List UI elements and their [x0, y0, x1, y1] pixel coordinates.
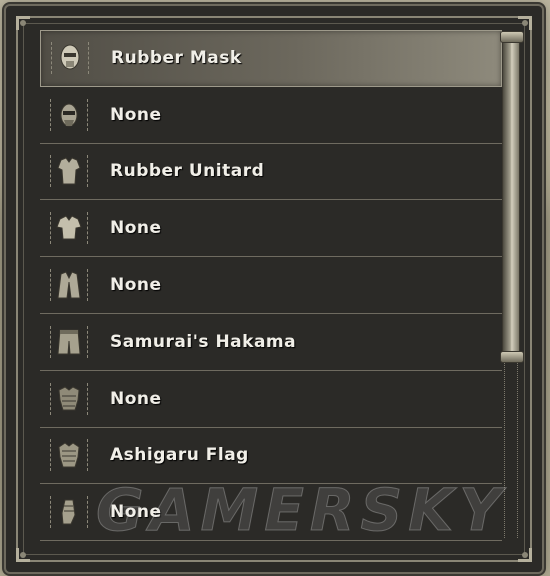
equipment-slot-row[interactable]: Samurai's Hakama [40, 314, 502, 371]
equipment-slot-row[interactable]: None [40, 484, 502, 542]
scroll-thumb-cap [500, 31, 524, 43]
equipment-slot-row[interactable]: None [40, 257, 502, 314]
equipment-label: None [110, 502, 162, 523]
hakama-icon [46, 322, 92, 362]
equipment-label: Rubber Mask [111, 48, 242, 69]
scroll-thumb[interactable] [500, 31, 524, 363]
equipment-slot-row[interactable]: Ashigaru Flag [40, 428, 502, 485]
equipment-slot-row[interactable]: None [40, 371, 502, 428]
equipment-slot-row[interactable]: Rubber Mask [40, 30, 502, 87]
equipment-panel: Rubber Mask None Rubber Unitard None Non [6, 6, 542, 572]
unitard-icon [46, 151, 92, 191]
equipment-slot-row[interactable]: Rubber Unitard [40, 144, 502, 201]
equipment-label: None [110, 275, 162, 296]
head-mask-icon [47, 38, 93, 78]
equipment-list: Rubber Mask None Rubber Unitard None Non [40, 30, 502, 550]
armor-icon [46, 379, 92, 419]
ornament-corner-icon [14, 538, 40, 564]
flag-armor-icon [46, 435, 92, 475]
equipment-slot-row[interactable]: None [40, 200, 502, 258]
equipment-label: Rubber Unitard [110, 161, 265, 182]
equipment-slot-row[interactable]: None [40, 87, 502, 144]
ornament-corner-icon [14, 14, 40, 40]
scroll-thumb-cap [500, 351, 524, 363]
equipment-label: None [110, 388, 162, 409]
equipment-label: None [110, 104, 162, 125]
equipment-label: Ashigaru Flag [110, 445, 249, 466]
ornament-corner-icon [508, 538, 534, 564]
coat-icon [46, 265, 92, 305]
equipment-label: Samurai's Hakama [110, 331, 297, 352]
gauntlet-icon [46, 492, 92, 532]
shirt-icon [46, 208, 92, 248]
face-mask-icon [46, 95, 92, 135]
equipment-label: None [110, 218, 162, 239]
